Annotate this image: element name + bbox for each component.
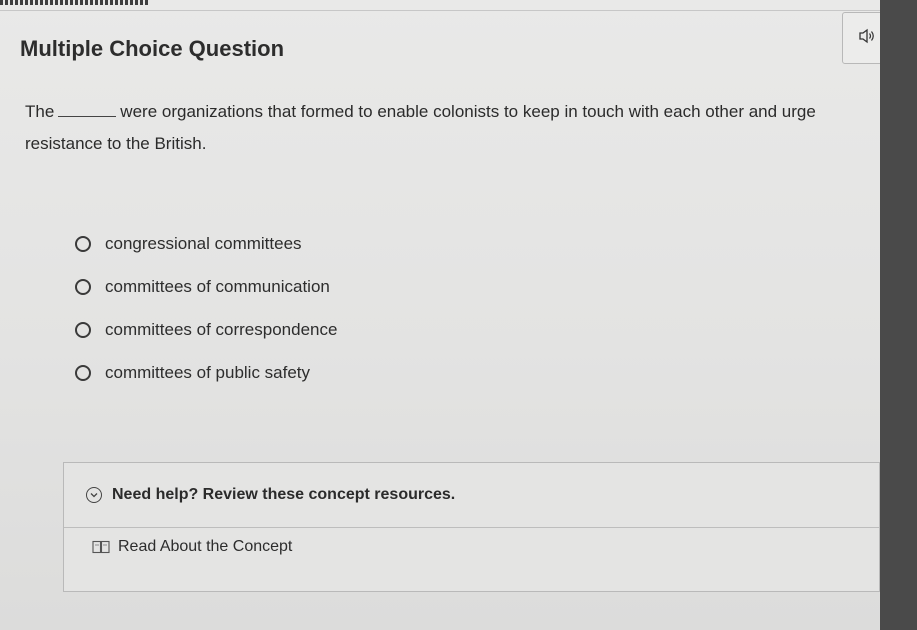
answer-options: congressional committees committees of c…: [75, 233, 337, 405]
book-icon: [92, 540, 110, 554]
background-edge: [880, 0, 917, 630]
radio-button[interactable]: [75, 279, 91, 295]
speaker-icon: [858, 28, 876, 49]
prompt-start: The: [25, 102, 55, 121]
read-about-concept-link[interactable]: Read About the Concept: [92, 538, 292, 556]
question-prompt: The were organizations that formed to ena…: [25, 96, 855, 160]
option-committees-of-correspondence[interactable]: committees of correspondence: [75, 319, 337, 341]
chevron-down-icon: [86, 487, 102, 503]
answer-blank: [58, 102, 117, 117]
help-label: Need help? Review these concept resource…: [112, 486, 456, 503]
progress-indicator: [0, 0, 150, 5]
prompt-end: were organizations that formed to enable…: [25, 102, 816, 153]
option-label: committees of public safety: [105, 363, 311, 382]
question-page: Multiple Choice Question The were organiz…: [0, 0, 892, 630]
option-committees-of-public-safety[interactable]: committees of public safety: [75, 362, 337, 384]
option-congressional-committees[interactable]: congressional committees: [75, 233, 337, 255]
radio-button[interactable]: [75, 236, 91, 252]
option-label: committees of communication: [105, 277, 330, 296]
help-toggle[interactable]: Need help? Review these concept resource…: [64, 463, 879, 528]
radio-button[interactable]: [75, 322, 91, 338]
resource-label: Read About the Concept: [118, 538, 293, 555]
option-committees-of-communication[interactable]: committees of communication: [75, 276, 337, 298]
option-label: committees of correspondence: [105, 320, 338, 339]
divider: [0, 10, 880, 11]
question-title: Multiple Choice Question: [20, 36, 285, 61]
option-label: congressional committees: [105, 234, 302, 253]
radio-button[interactable]: [75, 365, 91, 381]
help-panel: Need help? Review these concept resource…: [63, 462, 880, 592]
